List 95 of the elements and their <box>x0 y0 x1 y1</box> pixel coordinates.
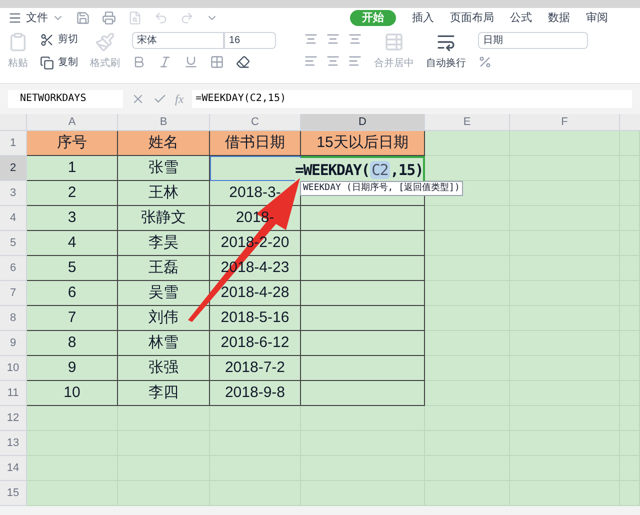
column-header[interactable]: E <box>425 114 510 131</box>
ribbon-tab[interactable]: 数据 <box>548 10 570 26</box>
row-header[interactable]: 15 <box>0 481 27 506</box>
row-header[interactable]: 14 <box>0 456 27 481</box>
merge-icon[interactable] <box>384 32 404 52</box>
print-icon[interactable] <box>102 11 116 25</box>
table-cell: 王林 <box>118 181 210 206</box>
table-cell: 张静文 <box>118 206 210 231</box>
table-cell: 2018-4-28 <box>210 281 301 306</box>
row-header[interactable]: 10 <box>0 356 27 381</box>
align-icon[interactable] <box>304 32 318 46</box>
table-cell: 4 <box>27 231 118 256</box>
paste-button[interactable]: 粘贴 <box>8 56 28 71</box>
font-size-dropdown[interactable]: 16 <box>224 32 276 49</box>
row-header[interactable]: 12 <box>0 406 27 431</box>
ribbon-tab[interactable]: 插入 <box>412 10 434 26</box>
cut-button[interactable]: 剪切 <box>58 32 78 47</box>
bold-icon[interactable] <box>132 55 146 69</box>
ribbon-tab[interactable]: 审阅 <box>586 10 608 26</box>
table-cell: 1 <box>27 156 118 181</box>
save-icon[interactable] <box>76 11 90 25</box>
copy-icon[interactable] <box>40 56 54 70</box>
redo-icon[interactable] <box>180 11 194 25</box>
row-header[interactable]: 2 <box>0 156 27 181</box>
table-cell: 2 <box>27 181 118 206</box>
table-cell: 张强 <box>118 356 210 381</box>
number-format-dropdown[interactable]: 日期 <box>478 32 588 49</box>
name-box[interactable]: NETWORKDAYS <box>8 90 123 108</box>
row-header[interactable]: 5 <box>0 231 27 256</box>
align-icon[interactable] <box>348 32 362 46</box>
table-cell: 2018-6-12 <box>210 331 301 356</box>
align-icon[interactable] <box>326 32 340 46</box>
row-header[interactable]: 13 <box>0 431 27 456</box>
header-cell: 15天以后日期 <box>301 131 425 156</box>
ribbon-tab[interactable]: 开始 <box>350 10 396 26</box>
menu-icon[interactable] <box>8 11 22 25</box>
header-cell: 借书日期 <box>210 131 301 156</box>
align-icon[interactable] <box>326 54 340 68</box>
column-header[interactable]: F <box>510 114 620 131</box>
row-header[interactable]: 8 <box>0 306 27 331</box>
percent-icon[interactable] <box>478 55 492 69</box>
table-cell: 8 <box>27 331 118 356</box>
table-cell: 刘伟 <box>118 306 210 331</box>
ribbon-tab[interactable]: 页面布局 <box>450 10 494 26</box>
row-header[interactable]: 11 <box>0 381 27 406</box>
font-dropdown[interactable]: 宋体 <box>132 32 224 49</box>
cell-editor[interactable]: =WEEKDAY(C2,15) <box>295 158 424 182</box>
column-header[interactable]: D <box>301 114 425 131</box>
preview-icon[interactable] <box>128 11 142 25</box>
table-cell: 2018-7-2 <box>210 356 301 381</box>
border-icon[interactable] <box>210 55 224 69</box>
copy-button[interactable]: 复制 <box>58 55 78 70</box>
row-header[interactable]: 4 <box>0 206 27 231</box>
table-cell: 3 <box>27 206 118 231</box>
column-header[interactable]: B <box>118 114 210 131</box>
ribbon-tab[interactable]: 公式 <box>510 10 532 26</box>
underline-icon[interactable] <box>184 55 198 69</box>
table-cell: 林雪 <box>118 331 210 356</box>
eraser-icon[interactable] <box>236 55 250 69</box>
column-header[interactable]: C <box>210 114 301 131</box>
formula-input[interactable]: =WEEKDAY(C2,15) <box>192 90 632 108</box>
header-cell: 序号 <box>27 131 118 156</box>
paste-icon[interactable] <box>8 32 28 52</box>
align-icon[interactable] <box>304 54 318 68</box>
align-icon[interactable] <box>348 54 362 68</box>
table-cell: 张雪 <box>118 156 210 181</box>
table-cell: 吴雪 <box>118 281 210 306</box>
table-cell: 10 <box>27 381 118 406</box>
function-icon[interactable]: fx <box>175 90 184 108</box>
file-menu[interactable]: 文件 <box>26 10 48 26</box>
brush-icon[interactable] <box>95 32 115 52</box>
row-header[interactable]: 1 <box>0 131 27 156</box>
table-cell: 李四 <box>118 381 210 406</box>
table-cell: 7 <box>27 306 118 331</box>
function-hint-tooltip: WEEKDAY (日期序号, [返回值类型]) <box>300 181 463 196</box>
table-cell: 5 <box>27 256 118 281</box>
column-header[interactable]: A <box>27 114 118 131</box>
wrap-text-button[interactable]: 自动换行 <box>426 56 466 71</box>
table-cell: 李昊 <box>118 231 210 256</box>
table-cell: 9 <box>27 356 118 381</box>
table-cell: 2018-9-8 <box>210 381 301 406</box>
table-cell: 王磊 <box>118 256 210 281</box>
row-header[interactable]: 6 <box>0 256 27 281</box>
row-header[interactable]: 3 <box>0 181 27 206</box>
undo-icon[interactable] <box>154 11 168 25</box>
format-painter-button[interactable]: 格式刷 <box>90 56 120 71</box>
table-cell: 2018-5-16 <box>210 306 301 331</box>
italic-icon[interactable] <box>158 55 172 69</box>
merge-center-button[interactable]: 合并居中 <box>374 56 414 71</box>
row-header[interactable]: 7 <box>0 281 27 306</box>
header-cell: 姓名 <box>118 131 210 156</box>
cancel-icon[interactable] <box>131 92 145 106</box>
row-header[interactable]: 9 <box>0 331 27 356</box>
table-cell: 6 <box>27 281 118 306</box>
scissors-icon[interactable] <box>40 32 54 46</box>
